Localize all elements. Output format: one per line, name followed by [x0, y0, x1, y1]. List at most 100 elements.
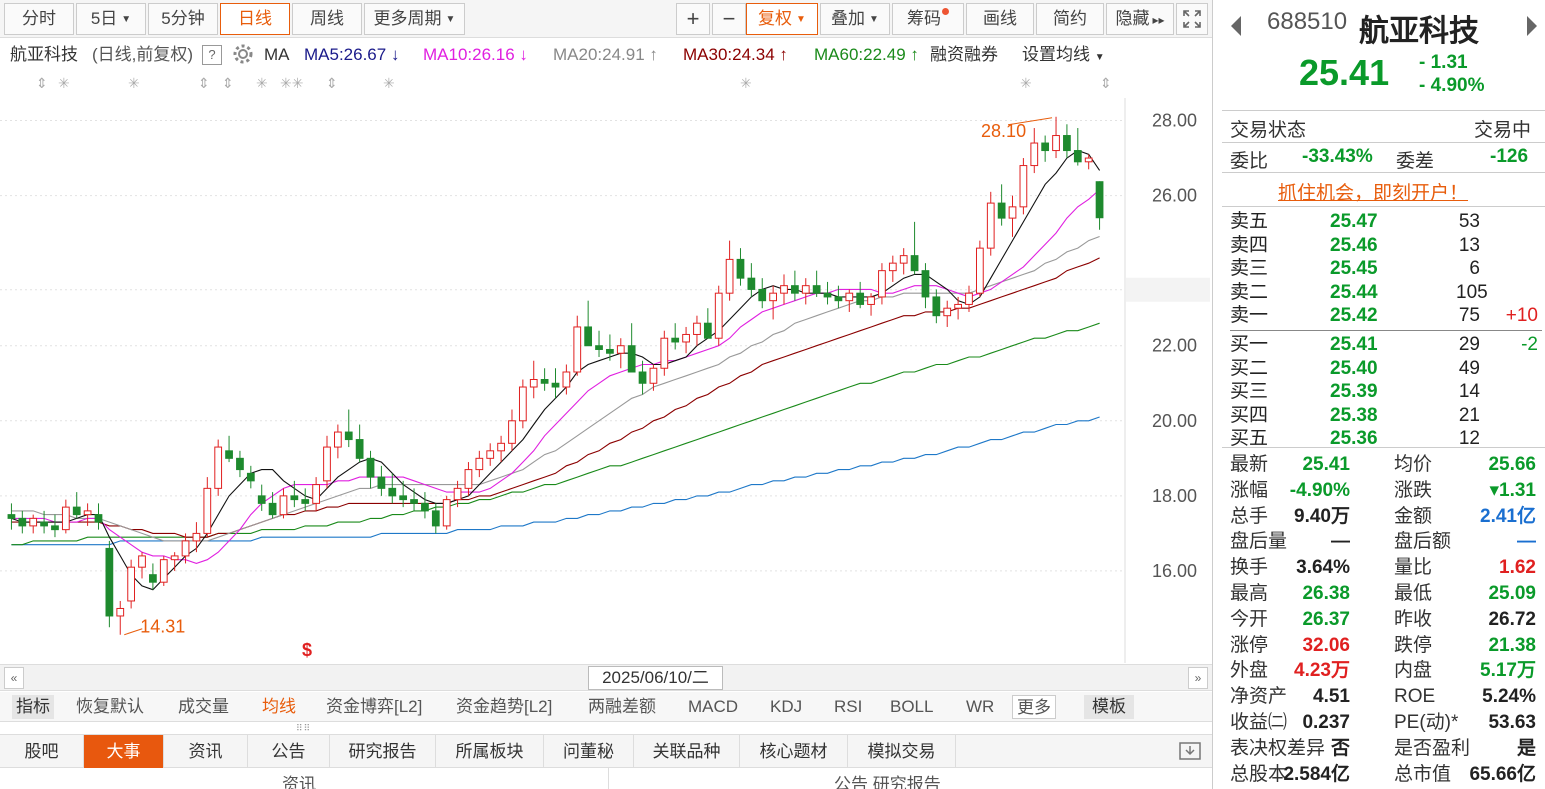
candle-body [29, 517, 38, 527]
event-star-icon[interactable]: ✳ [58, 75, 70, 92]
candle-body [747, 277, 756, 290]
zoom-out-button[interactable]: − [712, 3, 746, 35]
buy-row[interactable]: 买三 25.39 14 [1230, 380, 1542, 404]
tab-5min[interactable]: 5分钟 [148, 3, 218, 35]
indicator-tab-zjqs[interactable]: 资金趋势[L2] [452, 695, 556, 719]
indicator-tab-reset[interactable]: 恢复默认 [72, 695, 148, 719]
tab-guanlianpinzhong[interactable]: 关联品种 [634, 735, 740, 768]
tab-rixian[interactable]: 日线 [220, 3, 290, 35]
zoom-in-button[interactable]: + [676, 3, 710, 35]
indicator-tab-volume[interactable]: 成交量 [174, 695, 233, 719]
stat-row: 盘后量 — 盘后额 — [1230, 529, 1542, 555]
indicator-tab-ma[interactable]: 均线 [258, 695, 300, 719]
open-account-link[interactable]: 抓住机会，即刻开户！ [1278, 178, 1468, 205]
huaxian-button[interactable]: 画线 [966, 3, 1034, 35]
event-star-icon[interactable]: ✳ [383, 75, 395, 92]
event-star-icon[interactable]: ✳✳ [280, 75, 303, 92]
next-stock-icon[interactable] [1525, 12, 1539, 45]
kline-chart[interactable]: 28.0026.0023.4922.0020.0018.0016.0028.10… [0, 98, 1212, 663]
candle-body [758, 288, 767, 302]
time-scrollbar[interactable]: « 2025/06/10/二 » [0, 664, 1212, 691]
event-star-icon[interactable]: ✳ [1020, 75, 1032, 92]
tab-fenshi[interactable]: 分时 [4, 3, 74, 35]
event-star-icon[interactable]: ✳ [256, 75, 268, 92]
candle-body [518, 386, 527, 422]
indicator-tab-kdj[interactable]: KDJ [766, 695, 806, 719]
indicator-more-button[interactable]: 更多 [1012, 695, 1056, 719]
event-star-icon[interactable]: ✳ [740, 75, 752, 92]
tab-dashi[interactable]: 大事 [84, 735, 164, 768]
fullscreen-button[interactable] [1176, 3, 1208, 35]
ma-setting-dropdown[interactable]: 设置均线 ▼ [1022, 40, 1105, 73]
candle-body [769, 292, 777, 302]
candle-body [355, 439, 364, 459]
candle-body [421, 502, 429, 512]
cursor-date-label: 2025/06/10/二 [588, 666, 723, 690]
kline-chart-svg[interactable]: 28.0026.0023.4922.0020.0018.0016.0028.10… [0, 98, 1212, 663]
sell-row[interactable]: 卖一 25.42 75 +10 [1230, 304, 1542, 328]
tab-monijiaoyi[interactable]: 模拟交易 [848, 735, 956, 768]
sell-row[interactable]: 卖二 25.44 105 [1230, 281, 1542, 305]
indicator-tab-zjby[interactable]: 资金博弈[L2] [322, 695, 426, 719]
stat-row: 总手 9.40万 金额 2.41亿 [1230, 504, 1542, 530]
event-arrow-icon[interactable]: ⇕ [36, 75, 48, 92]
drag-handle-icon[interactable]: ⠿⠿ [296, 723, 311, 734]
event-arrow-icon[interactable]: ⇕ [222, 75, 234, 92]
candle-body [791, 285, 799, 294]
diejia-dropdown[interactable]: 叠加 ▼ [820, 3, 890, 35]
indicator-tab-boll[interactable]: BOLL [886, 695, 937, 719]
candle-body [834, 296, 843, 302]
plus-icon: + [686, 6, 700, 31]
buy-row[interactable]: 买一 25.41 29 -2 [1230, 333, 1542, 357]
ma30-text: MA30:24.34 [683, 45, 775, 64]
jianyue-button[interactable]: 简约 [1036, 3, 1104, 35]
fuquan-dropdown[interactable]: 复权 ▼ [746, 3, 818, 35]
candle-body [312, 484, 320, 504]
tab-guba[interactable]: 股吧 [0, 735, 84, 768]
buy-label: 买三 [1230, 381, 1269, 403]
gear-icon[interactable] [232, 43, 254, 75]
stat-label: 内盘 [1394, 660, 1433, 682]
tab-zixun[interactable]: 资讯 [164, 735, 248, 768]
sell-row[interactable]: 卖五 25.47 53 [1230, 210, 1542, 234]
indicator-tab-rsi[interactable]: RSI [830, 695, 866, 719]
ma5-value: MA5:26.67 ↓ [304, 45, 400, 64]
indicator-tab-macd[interactable]: MACD [684, 695, 742, 719]
scroll-right-button[interactable]: » [1188, 667, 1208, 689]
help-button[interactable]: ? [202, 45, 222, 65]
tab-wendongmi[interactable]: 问董秘 [544, 735, 634, 768]
tab-more-periods[interactable]: 更多周期 ▼ [364, 3, 465, 35]
buy-row[interactable]: 买二 25.40 49 [1230, 357, 1542, 381]
stat-row: 表决权差异否 是否盈利 是 [1230, 736, 1542, 762]
sell-row[interactable]: 卖四 25.46 13 [1230, 234, 1542, 258]
rzrq-button[interactable]: 融资融券 [930, 40, 998, 70]
indicator-tab-zhibiao[interactable]: 指标 [12, 695, 54, 719]
stat-value: 26.72 [1488, 608, 1536, 630]
indicator-template-button[interactable]: 模板 [1084, 695, 1134, 719]
tab-suoshubankuai[interactable]: 所属板块 [436, 735, 544, 768]
tab-gonggao[interactable]: 公告 [248, 735, 330, 768]
tab-yanjiubaogao[interactable]: 研究报告 [330, 735, 436, 768]
tab-zhouxian[interactable]: 周线 [292, 3, 362, 35]
stat-label: 昨收 [1394, 608, 1433, 630]
scroll-left-button[interactable]: « [4, 667, 24, 689]
tab-hexinticai[interactable]: 核心题材 [740, 735, 848, 768]
download-panel-icon[interactable] [1178, 741, 1202, 761]
event-arrow-icon[interactable]: ⇕ [198, 75, 210, 92]
sell-row[interactable]: 卖三 25.45 6 [1230, 257, 1542, 281]
sell-price: 25.46 [1330, 234, 1378, 256]
chouma-button[interactable]: 筹码 [892, 3, 964, 35]
event-star-icon[interactable]: ✳ [128, 75, 140, 92]
buy-row[interactable]: 买四 25.38 21 [1230, 404, 1542, 428]
indicator-tab-wr[interactable]: WR [962, 695, 998, 719]
candle-body [388, 487, 397, 497]
yincang-button[interactable]: 隐藏 ▸▸ [1106, 3, 1174, 35]
event-arrow-icon[interactable]: ⇕ [1100, 75, 1112, 92]
tab-5ri[interactable]: 5日 ▼ [76, 3, 146, 35]
tab-label: 更多周期 [373, 9, 442, 28]
indicator-tab-lrce[interactable]: 两融差额 [584, 695, 660, 719]
stat-value: 25.66 [1488, 454, 1536, 475]
event-arrow-icon[interactable]: ⇕ [326, 75, 338, 92]
stat-label: 最低 [1394, 582, 1433, 604]
prev-stock-icon[interactable] [1229, 12, 1243, 45]
